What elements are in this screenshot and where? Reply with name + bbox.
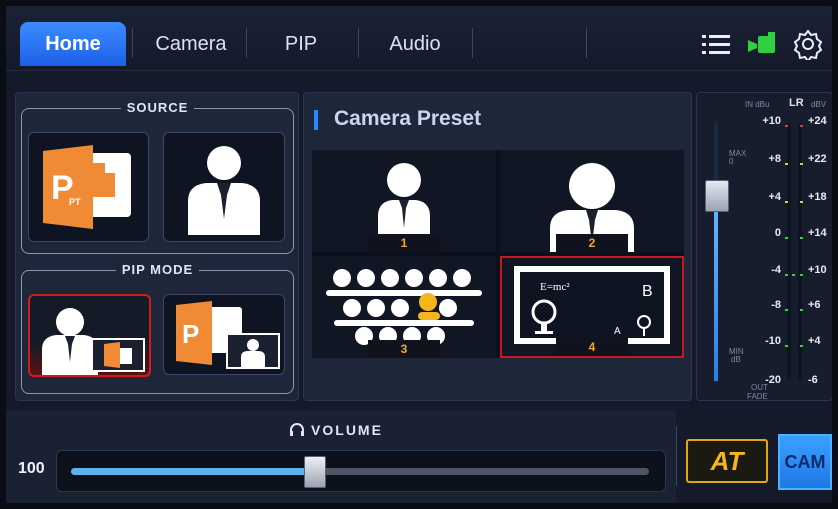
scale-left: +10 xyxy=(762,115,781,127)
scale-left: +8 xyxy=(768,153,781,165)
tab-pip[interactable]: PIP xyxy=(248,22,354,66)
fader-level xyxy=(714,210,718,381)
preset-4[interactable]: E=mc² B A 4 xyxy=(500,256,684,358)
board-letter-b: B xyxy=(642,283,653,300)
meter-ticks xyxy=(785,125,803,347)
source-tile-camera[interactable] xyxy=(163,132,285,242)
preset-1[interactable]: 1 xyxy=(312,150,496,252)
preset-number: 1 xyxy=(368,234,440,252)
preset-number: 2 xyxy=(556,234,628,252)
source-title: SOURCE xyxy=(120,100,195,115)
headphones-icon xyxy=(290,423,305,436)
scale-right: -6 xyxy=(808,374,818,386)
preset-grid: 1 2 3 E=mc² B A 4 xyxy=(312,150,684,358)
app-window: Home Camera PIP Audio SOURCE P PT PIP MO… xyxy=(6,6,832,503)
ppt-icon: P PT xyxy=(43,145,131,229)
meter-fade-label: FADE xyxy=(747,392,768,401)
pip-tile-ppt-main[interactable]: P xyxy=(163,294,285,375)
volume-value: 100 xyxy=(18,460,45,477)
scale-right: +14 xyxy=(808,227,827,239)
tab-home[interactable]: Home xyxy=(20,22,126,66)
divider xyxy=(676,426,677,486)
pip-tile-camera-main[interactable] xyxy=(28,294,151,377)
scale-right: +24 xyxy=(808,115,827,127)
tab-divider xyxy=(132,28,133,58)
scale-left: +4 xyxy=(768,191,781,203)
tab-divider xyxy=(472,28,473,58)
scale-left: -4 xyxy=(771,264,781,276)
pip-camera-main-icon xyxy=(42,308,145,375)
volume-handle[interactable] xyxy=(303,456,326,488)
source-group: SOURCE P PT xyxy=(21,100,294,254)
scale-left: -8 xyxy=(771,299,781,311)
level-meter-panel: IN dBu LR dBV MAX 0 MIN dB OUT FADE +10 … xyxy=(696,92,832,401)
tab-divider xyxy=(586,28,587,58)
volume-fill xyxy=(71,468,314,475)
scale-right: +22 xyxy=(808,153,827,165)
svg-text:P: P xyxy=(182,319,199,349)
gear-icon[interactable] xyxy=(792,28,824,60)
pip-mode-title: PIP MODE xyxy=(115,262,200,277)
person-icon xyxy=(188,146,260,235)
tab-audio[interactable]: Audio xyxy=(362,22,468,66)
cam-button[interactable]: CAM xyxy=(778,434,832,490)
meter-dbv-label: dBV xyxy=(811,100,827,109)
list-icon[interactable] xyxy=(700,28,732,60)
board-letter-a: A xyxy=(614,326,621,337)
volume-panel: VOLUME 100 xyxy=(6,410,676,503)
fader-handle[interactable] xyxy=(705,180,729,213)
pip-ppt-main-icon: P xyxy=(176,301,280,369)
camera-preset-panel: Camera Preset 1 2 3 E=mc² B A 4 xyxy=(303,92,692,401)
ppt-badge: PT xyxy=(69,197,81,207)
scale-right: +18 xyxy=(808,191,827,203)
meter-in-label: IN dBu xyxy=(745,100,770,109)
meter-lr-label: LR xyxy=(789,97,804,109)
preset-number: 4 xyxy=(556,338,628,356)
scale-right: +6 xyxy=(808,299,821,311)
scale-left: 0 xyxy=(774,227,781,239)
source-tile-ppt[interactable]: P PT xyxy=(28,132,149,242)
scale-right: +4 xyxy=(808,335,821,347)
scale-right: +10 xyxy=(808,264,827,276)
scale-left: -20 xyxy=(765,374,781,386)
preset-2[interactable]: 2 xyxy=(500,150,684,252)
tab-camera[interactable]: Camera xyxy=(138,22,244,66)
preset-accent xyxy=(314,110,318,130)
tab-divider xyxy=(358,28,359,58)
camera-status-icon[interactable] xyxy=(746,28,778,60)
source-panel: SOURCE P PT PIP MODE P xyxy=(15,92,299,401)
pip-mode-group: PIP MODE P xyxy=(21,262,294,394)
preset-title: Camera Preset xyxy=(334,107,482,130)
top-bar: Home Camera PIP Audio xyxy=(6,6,832,71)
scale-left: -10 xyxy=(765,335,781,347)
meter-max-value: 0 xyxy=(729,157,734,166)
tab-divider xyxy=(246,28,247,58)
auto-track-button[interactable]: AT xyxy=(686,439,768,483)
meter-min-value: dB xyxy=(731,355,741,364)
board-formula: E=mc² xyxy=(540,281,570,293)
volume-slider[interactable] xyxy=(56,450,666,492)
preset-number: 3 xyxy=(368,340,440,358)
preset-3[interactable]: 3 xyxy=(312,256,496,358)
volume-title: VOLUME xyxy=(311,422,383,438)
